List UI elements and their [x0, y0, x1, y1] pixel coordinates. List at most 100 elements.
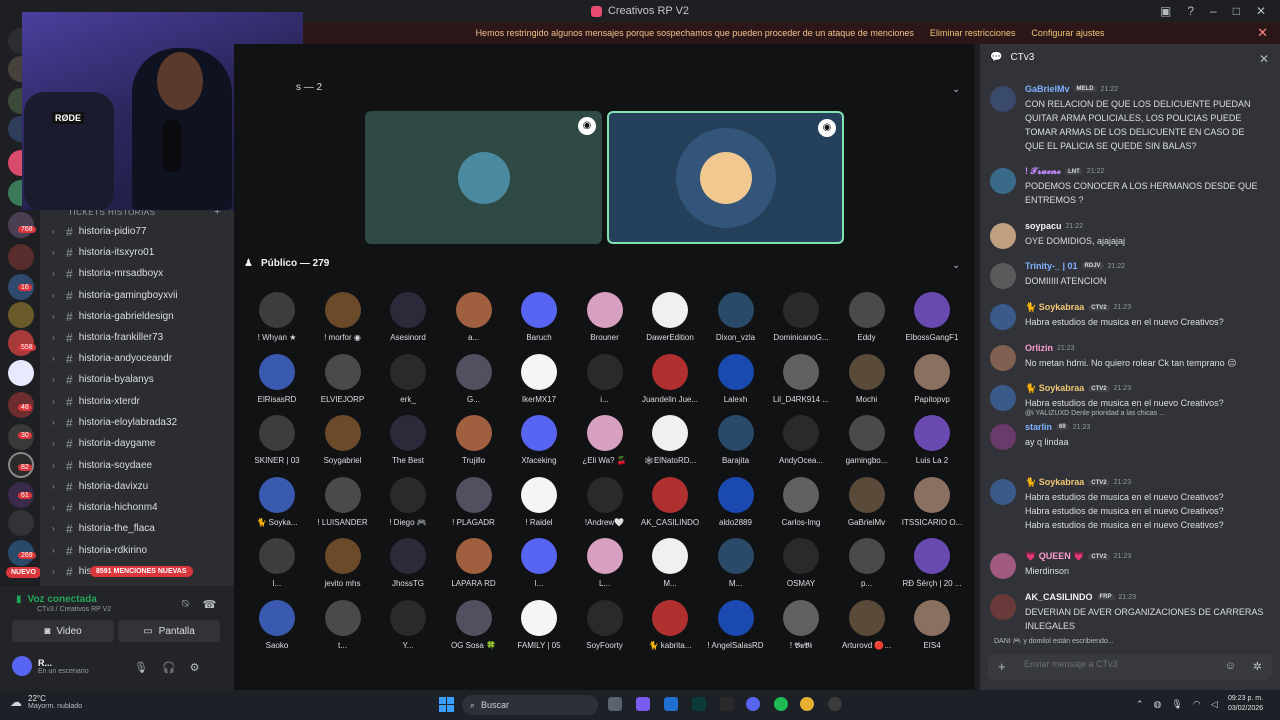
audience-member[interactable]: !Andrew🤍: [574, 476, 636, 531]
settings-gear-icon[interactable]: ⚙: [190, 661, 200, 674]
audience-member[interactable]: gamingbo...: [836, 415, 898, 469]
audience-member[interactable]: jevito mhs: [312, 538, 374, 592]
author-name[interactable]: 🐈 Soykabraa: [1025, 477, 1084, 488]
audience-member[interactable]: Barajita: [705, 415, 767, 469]
audience-member[interactable]: a...: [443, 292, 505, 346]
store-icon[interactable]: [664, 697, 678, 711]
audience-member[interactable]: Baruch: [508, 292, 570, 346]
audience-member[interactable]: RĐ Śērçh | 20 ...: [901, 538, 963, 592]
channel-item[interactable]: › # historia-andyoceandr: [52, 349, 228, 368]
audience-member[interactable]: ELVIEJORP: [312, 353, 374, 408]
server-icon[interactable]: [8, 330, 34, 356]
emoji-icon[interactable]: ☺: [1225, 660, 1236, 672]
tray-app-icon[interactable]: ◍: [1154, 699, 1162, 710]
guild-tag[interactable]: LNT: [1065, 168, 1083, 175]
avatar[interactable]: [990, 479, 1016, 505]
voice-status-text[interactable]: Voz conectada: [28, 594, 97, 605]
channel-item[interactable]: › # historia-itsxyro01: [52, 243, 228, 262]
audience-member[interactable]: ! morfor ◉: [312, 292, 374, 346]
close-chat-icon[interactable]: ✕: [1259, 52, 1269, 66]
channel-item[interactable]: › # historia-the_flaca: [52, 519, 228, 538]
guild-tag[interactable]: CTV2: [1088, 553, 1110, 560]
new-badge[interactable]: NUEVO: [6, 567, 41, 578]
audience-member[interactable]: DominicanoG...: [770, 292, 832, 346]
attach-icon[interactable]: +: [998, 659, 1006, 674]
audience-member[interactable]: JhossTG: [377, 538, 439, 592]
chrome-icon[interactable]: [800, 697, 814, 711]
audience-member[interactable]: OSMAY: [770, 538, 832, 592]
mentions-badge[interactable]: 8591 MENCIONES NUEVAS: [90, 566, 193, 577]
app-icon[interactable]: [720, 697, 734, 711]
reply-preview[interactable]: @i YALIZUXD Denle prioridad a las chicas…: [1025, 410, 1165, 417]
avatar[interactable]: [990, 594, 1016, 620]
author-name[interactable]: soypacu: [1025, 221, 1062, 231]
audience-member[interactable]: ¿Eli Wa? 🍒: [574, 415, 636, 469]
message-input[interactable]: [1024, 659, 1204, 669]
audience-member[interactable]: ElRisasRD: [246, 353, 308, 408]
avatar[interactable]: [990, 304, 1016, 330]
audience-member[interactable]: ! Diego 🎮: [377, 476, 439, 531]
guild-tag[interactable]: RDJV: [1081, 263, 1104, 269]
avatar[interactable]: [990, 385, 1016, 411]
mic-icon[interactable]: 🎙: [134, 661, 148, 674]
audience-member[interactable]: Brouner: [574, 292, 636, 346]
audience-member[interactable]: Y...: [377, 599, 439, 654]
audience-member[interactable]: FAMILY | 05: [508, 599, 570, 654]
disconnect-icon[interactable]: ☎: [203, 598, 217, 611]
audience-member[interactable]: ! AngelSalasRD: [705, 599, 767, 654]
help-icon[interactable]: ?: [1187, 4, 1194, 18]
audience-member[interactable]: LAPARA RD: [443, 538, 505, 592]
channel-item[interactable]: › # historia-pidio77: [52, 222, 228, 241]
audience-member[interactable]: erk_: [377, 353, 439, 408]
speaker-tile[interactable]: ◉: [607, 111, 844, 244]
author-name[interactable]: starlin: [1025, 422, 1052, 432]
weather-widget[interactable]: ☁ 22°C Mayorm. nublado: [10, 694, 82, 710]
audience-member[interactable]: 🐈 Soyka...: [246, 476, 308, 531]
audience-member[interactable]: aldo2889: [705, 476, 767, 531]
avatar[interactable]: [990, 86, 1016, 112]
author-name[interactable]: 💗 QUEEN 💗: [1025, 551, 1084, 562]
start-button[interactable]: [439, 697, 454, 712]
audience-member[interactable]: t...: [312, 599, 374, 654]
channel-item[interactable]: › # historia-daygame: [52, 434, 228, 453]
audience-member[interactable]: Papitopvp: [901, 353, 963, 408]
collapse-speakers-icon[interactable]: ⌄: [952, 84, 960, 95]
channel-item[interactable]: › # historia-rdkirino: [52, 541, 228, 560]
channel-item[interactable]: › # historia-hichonm4: [52, 498, 228, 517]
audience-member[interactable]: EIS4: [901, 599, 963, 654]
audience-member[interactable]: M...: [639, 538, 701, 592]
audience-member[interactable]: l...: [508, 538, 570, 592]
channel-item[interactable]: › # historia-eloylabrada32: [52, 413, 228, 432]
channel-item[interactable]: › # historia-soydaee: [52, 456, 228, 475]
audience-member[interactable]: AK_CASILINDO: [639, 476, 701, 531]
chevron-up-icon[interactable]: ⌃: [1136, 699, 1144, 710]
author-name[interactable]: Orlizin: [1025, 343, 1053, 353]
audience-member[interactable]: Xfaceking: [508, 415, 570, 469]
audience-member[interactable]: 🐈 kabrita...: [639, 599, 701, 654]
clock[interactable]: 09:23 p. m. 03/02/2026: [1228, 694, 1263, 714]
configure-settings-link[interactable]: Configurar ajustes: [1031, 28, 1104, 38]
audience-member[interactable]: ! PLAGADR: [443, 476, 505, 531]
audience-member[interactable]: M...: [705, 538, 767, 592]
app-icon[interactable]: [828, 697, 842, 711]
audience-member[interactable]: Soygabriel: [312, 415, 374, 469]
author-name[interactable]: AK_CASILINDO: [1025, 592, 1093, 602]
audience-member[interactable]: IkerMX17: [508, 353, 570, 408]
channel-item[interactable]: › # historia-gabrieldesign: [52, 307, 228, 326]
server-icon[interactable]: [8, 212, 34, 238]
audience-member[interactable]: Lalexh: [705, 353, 767, 408]
audience-member[interactable]: 🕸ElNatoRD...: [639, 415, 701, 469]
spotify-icon[interactable]: [774, 697, 788, 711]
audience-member[interactable]: SKINER | 03: [246, 415, 308, 469]
apps-icon[interactable]: ✲: [1253, 660, 1262, 673]
audience-member[interactable]: ! Whyan ★: [246, 292, 308, 346]
app-icon[interactable]: [692, 697, 706, 711]
minimize-button[interactable]: –: [1210, 4, 1217, 18]
audience-member[interactable]: ! LUISANDER: [312, 476, 374, 531]
audience-member[interactable]: Luis La 2: [901, 415, 963, 469]
audience-member[interactable]: Saoko: [246, 599, 308, 654]
avatar[interactable]: [990, 168, 1016, 194]
server-icon[interactable]: [8, 510, 34, 536]
avatar[interactable]: [990, 553, 1016, 579]
audience-member[interactable]: Mochi: [836, 353, 898, 408]
